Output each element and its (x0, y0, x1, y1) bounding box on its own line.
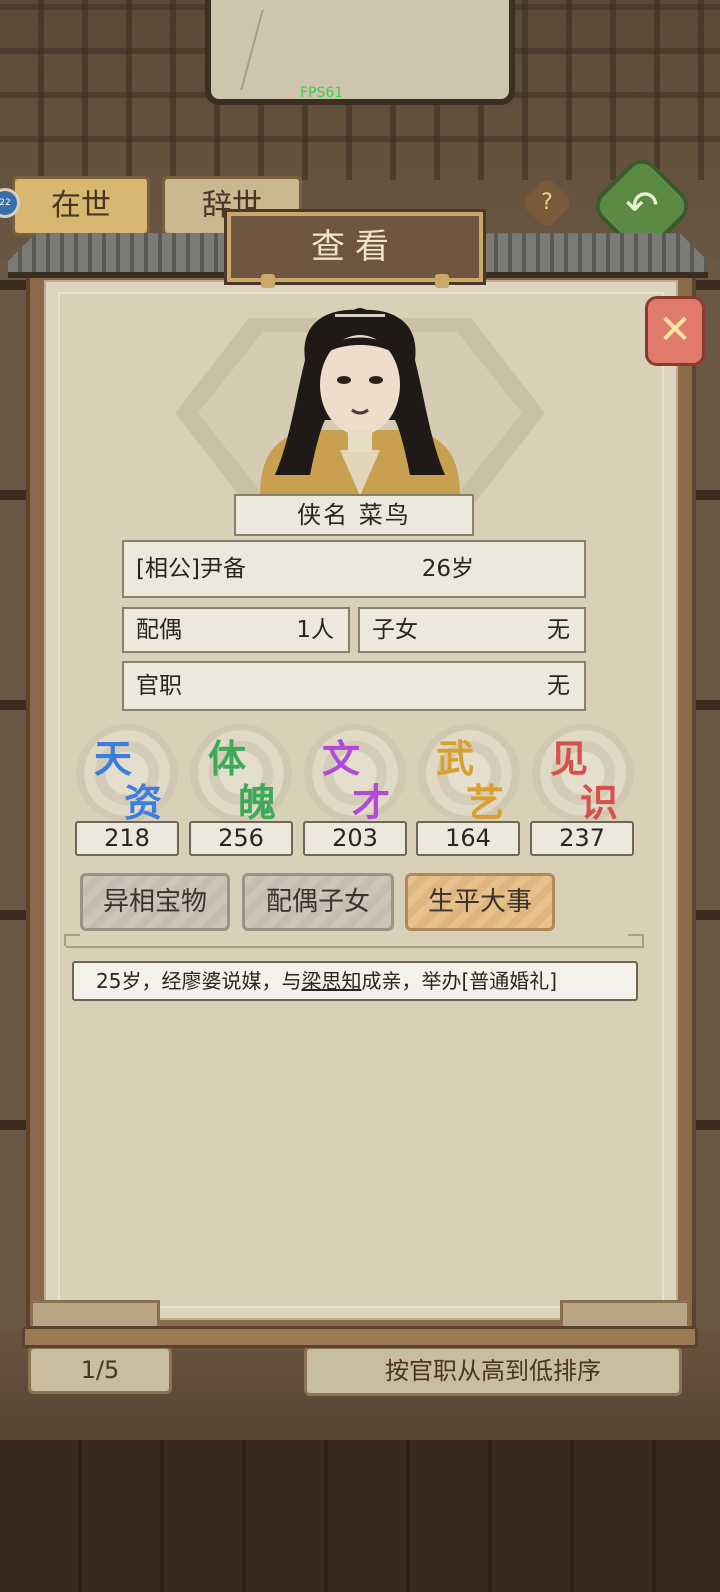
spouse-value: 1人 (296, 617, 334, 643)
stat-literary-label: 文才 (322, 736, 391, 825)
background-painting (205, 0, 515, 105)
stat-literary-value: 203 (303, 821, 407, 856)
fps-counter: FPS61 (300, 85, 344, 101)
stat-knowledge-value: 237 (530, 821, 634, 856)
spouse-label: 配偶 (136, 617, 182, 643)
character-age: 26岁 (421, 556, 474, 582)
stat-physique-label: 体魄 (208, 736, 277, 825)
help-button[interactable]: ? (520, 176, 574, 230)
event-partner-link[interactable]: 梁思知 (301, 969, 361, 993)
dialog-title: 查看 (311, 227, 399, 267)
dialog-title-plate: 查看 (227, 212, 483, 288)
event-text-suffix: 成亲，举办[普通婚礼] (361, 969, 558, 993)
children-label: 子女 (372, 617, 418, 643)
stat-physique-value: 256 (189, 821, 293, 856)
sort-button[interactable]: 按官职从高到低排序 (304, 1346, 682, 1396)
scroll-bottom-rod (22, 1326, 698, 1348)
stat-martial-label: 武艺 (436, 736, 505, 825)
tab-life-events[interactable]: 生平大事 (405, 873, 555, 931)
tab-spouse-children[interactable]: 配偶子女 (242, 873, 394, 931)
character-name-title: 侠名 菜鸟 (234, 494, 474, 536)
close-icon: ✕ (658, 307, 692, 353)
divider-cap-left (64, 934, 80, 946)
section-divider (66, 946, 644, 948)
floor (0, 1440, 720, 1592)
office-label: 官职 (136, 673, 182, 699)
stat-talent-value: 218 (75, 821, 179, 856)
children-value: 无 (547, 617, 570, 643)
character-identity: [相公]尹备 (136, 556, 246, 582)
office-row: 官职 无 (122, 661, 586, 711)
page-indicator[interactable]: 1/5 (28, 1346, 172, 1394)
divider-cap-right (628, 934, 644, 946)
tab-treasures[interactable]: 异相宝物 (80, 873, 230, 931)
event-text-prefix: 25岁，经廖婆说媒，与 (96, 969, 302, 993)
close-button[interactable]: ✕ (645, 296, 705, 366)
stat-martial-value: 164 (416, 821, 520, 856)
life-event-item: 25岁，经廖婆说媒，与梁思知成亲，举办[普通婚礼] (72, 961, 638, 1001)
children-row: 子女 无 (358, 607, 586, 653)
stat-knowledge-label: 见识 (550, 736, 619, 825)
return-arrow-icon: ↶ (625, 183, 659, 229)
stat-talent-label: 天资 (94, 736, 163, 825)
character-portrait (260, 308, 460, 496)
tab-alive[interactable]: 在世 (12, 176, 150, 236)
identity-row: [相公]尹备 26岁 (122, 540, 586, 598)
spouse-row: 配偶 1人 (122, 607, 350, 653)
help-icon: ? (541, 190, 553, 215)
office-value: 无 (547, 673, 570, 699)
